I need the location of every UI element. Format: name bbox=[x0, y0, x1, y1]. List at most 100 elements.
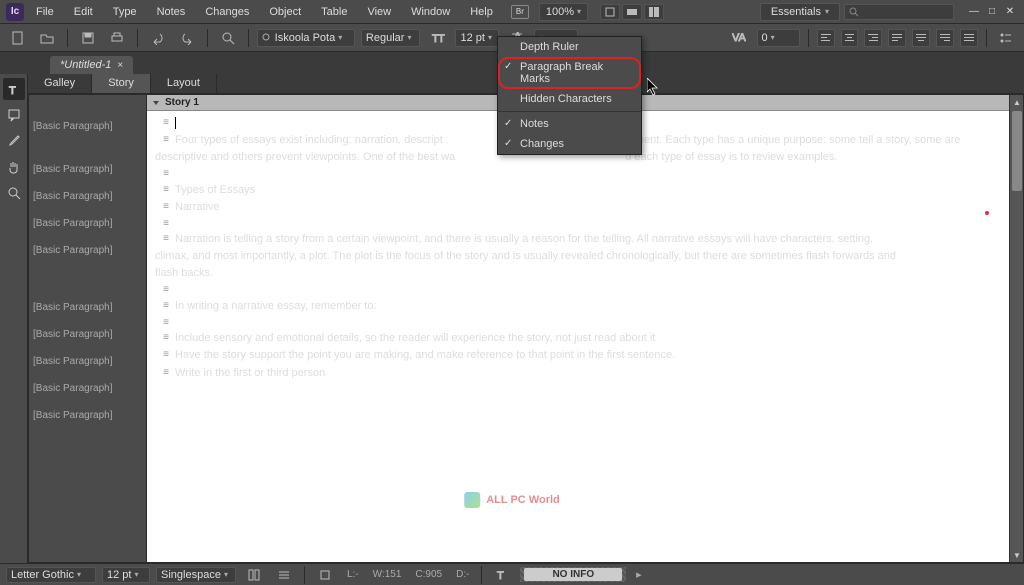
zoom-tool[interactable] bbox=[3, 182, 25, 204]
scroll-down-icon[interactable]: ▼ bbox=[1010, 548, 1024, 562]
note-tool[interactable] bbox=[3, 104, 25, 126]
tracking-combo[interactable]: 0 bbox=[757, 29, 800, 47]
para-style[interactable]: [Basic Paragraph] bbox=[29, 321, 146, 348]
window-controls: — □ ✕ bbox=[966, 6, 1018, 18]
layout-tab[interactable]: Layout bbox=[151, 74, 217, 93]
para-style[interactable]: [Basic Paragraph] bbox=[29, 183, 146, 210]
justify-left-icon[interactable] bbox=[888, 29, 906, 47]
font-style-combo[interactable]: Regular bbox=[361, 29, 420, 47]
align-left-icon[interactable] bbox=[817, 29, 835, 47]
dd-separator bbox=[498, 111, 641, 112]
story-tab[interactable]: Story bbox=[92, 74, 151, 93]
dd-hidden-characters[interactable]: Hidden Characters bbox=[498, 89, 641, 109]
para-style[interactable]: [Basic Paragraph] bbox=[29, 402, 146, 429]
menu-notes[interactable]: Notes bbox=[149, 3, 194, 21]
close-icon[interactable]: ✕ bbox=[1002, 6, 1018, 18]
depth-value: D:- bbox=[452, 569, 473, 580]
story-title: Story 1 bbox=[165, 97, 199, 108]
view-dropdown: Depth Ruler ✓Paragraph Break Marks Hidde… bbox=[497, 36, 642, 155]
line-number: L:- bbox=[343, 569, 363, 580]
kerning-icon: VA bbox=[727, 28, 751, 48]
para-style[interactable]: [Basic Paragraph] bbox=[29, 237, 146, 264]
dd-paragraph-break-marks[interactable]: ✓Paragraph Break Marks bbox=[498, 57, 641, 89]
font-family-combo[interactable]: Iskoola Pota bbox=[257, 29, 355, 47]
hand-tool[interactable] bbox=[3, 156, 25, 178]
workspace-switcher[interactable]: Essentials bbox=[760, 3, 840, 21]
status-size-combo[interactable]: 12 pt bbox=[102, 567, 150, 583]
overset-marker bbox=[985, 211, 989, 215]
tab-title: *Untitled-1 bbox=[60, 59, 111, 71]
justify-right-icon[interactable] bbox=[936, 29, 954, 47]
status-spacing-combo[interactable]: Singlespace bbox=[156, 567, 236, 583]
type-tool[interactable]: T bbox=[3, 78, 25, 100]
print-icon[interactable] bbox=[106, 28, 130, 48]
dd-depth-ruler[interactable]: Depth Ruler bbox=[498, 37, 641, 57]
arrange-icon[interactable] bbox=[644, 4, 664, 20]
para-style[interactable]: [Basic Paragraph] bbox=[29, 140, 146, 183]
galley-tab[interactable]: Galley bbox=[28, 74, 92, 93]
para-style[interactable]: [Basic Paragraph] bbox=[29, 113, 146, 140]
collapse-icon[interactable] bbox=[151, 98, 161, 108]
menu-object[interactable]: Object bbox=[261, 3, 309, 21]
new-icon[interactable] bbox=[6, 28, 30, 48]
dd-notes[interactable]: ✓Notes bbox=[498, 114, 641, 134]
svg-text:T: T bbox=[438, 33, 445, 45]
maximize-icon[interactable]: □ bbox=[984, 6, 1000, 18]
menu-edit[interactable]: Edit bbox=[66, 3, 101, 21]
tab-close-icon[interactable]: × bbox=[117, 60, 123, 71]
undo-icon[interactable] bbox=[146, 28, 170, 48]
bridge-icon[interactable]: Br bbox=[511, 5, 529, 19]
word-count: W:151 bbox=[369, 569, 406, 580]
save-icon[interactable] bbox=[76, 28, 100, 48]
document-tab[interactable]: *Untitled-1 × bbox=[50, 56, 133, 74]
font-size-icon: TT bbox=[426, 28, 450, 48]
para-style[interactable]: [Basic Paragraph] bbox=[29, 348, 146, 375]
minimize-icon[interactable]: — bbox=[966, 6, 982, 18]
screen-mode-icon[interactable] bbox=[622, 4, 642, 20]
status-icon1[interactable] bbox=[242, 565, 266, 585]
bullets-icon[interactable] bbox=[995, 28, 1019, 48]
char-count: C:905 bbox=[411, 569, 446, 580]
menu-type[interactable]: Type bbox=[105, 3, 145, 21]
justify-all-icon[interactable] bbox=[960, 29, 978, 47]
no-info-label: NO INFO bbox=[524, 568, 622, 581]
vertical-scrollbar[interactable]: ▲ ▼ bbox=[1009, 95, 1023, 562]
para-style[interactable]: [Basic Paragraph] bbox=[29, 375, 146, 402]
menu-window[interactable]: Window bbox=[403, 3, 458, 21]
view-options-icon[interactable] bbox=[600, 4, 620, 20]
menu-file[interactable]: File bbox=[28, 3, 62, 21]
status-icon2[interactable] bbox=[272, 565, 296, 585]
align-center-icon[interactable] bbox=[841, 29, 859, 47]
scroll-up-icon[interactable]: ▲ bbox=[1010, 95, 1024, 109]
menu-changes[interactable]: Changes bbox=[197, 3, 257, 21]
menubar: Ic File Edit Type Notes Changes Object T… bbox=[0, 0, 1024, 24]
font-size-combo[interactable]: 12 pt bbox=[455, 29, 498, 47]
para-style[interactable]: [Basic Paragraph] bbox=[29, 210, 146, 237]
dd-changes[interactable]: ✓Changes bbox=[498, 134, 641, 154]
redo-icon[interactable] bbox=[176, 28, 200, 48]
menu-help[interactable]: Help bbox=[462, 3, 501, 21]
eyedropper-tool[interactable] bbox=[3, 130, 25, 152]
status-font-combo[interactable]: Letter Gothic bbox=[6, 567, 96, 583]
copyfit-bar: NO INFO bbox=[520, 567, 626, 582]
align-right-icon[interactable] bbox=[864, 29, 882, 47]
menu-table[interactable]: Table bbox=[313, 3, 355, 21]
expand-icon[interactable]: ▸ bbox=[636, 568, 642, 581]
zoom-selector[interactable]: 100% bbox=[539, 3, 588, 21]
text-editor[interactable]: Story 1 ≡ ≡Four types of essays exist in… bbox=[147, 95, 1009, 562]
paragraph-style-column: [Basic Paragraph] [Basic Paragraph] [Bas… bbox=[29, 95, 147, 562]
statusbar: Letter Gothic 12 pt Singlespace L:- W:15… bbox=[0, 563, 1024, 585]
svg-text:T: T bbox=[9, 85, 16, 96]
scroll-thumb[interactable] bbox=[1012, 111, 1022, 191]
para-style[interactable]: [Basic Paragraph] bbox=[29, 264, 146, 321]
justify-center-icon[interactable] bbox=[912, 29, 930, 47]
copyfit-icon[interactable]: T bbox=[490, 565, 514, 585]
app-icon: Ic bbox=[6, 3, 24, 21]
search-box[interactable] bbox=[844, 4, 954, 20]
find-icon[interactable] bbox=[216, 28, 240, 48]
open-icon[interactable] bbox=[36, 28, 60, 48]
menu-view[interactable]: View bbox=[359, 3, 399, 21]
status-toggle-icon[interactable] bbox=[313, 565, 337, 585]
svg-text:VA: VA bbox=[732, 32, 746, 44]
tool-panel: T bbox=[0, 74, 28, 563]
